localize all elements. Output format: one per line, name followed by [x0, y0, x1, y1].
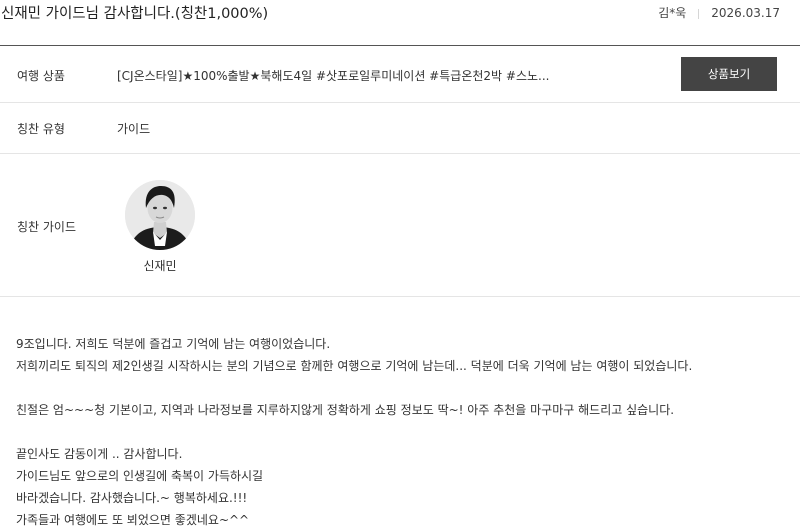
author-name: 김*욱	[658, 6, 687, 20]
praise-guide-row: 칭찬 가이드	[0, 154, 800, 297]
praise-type-value: 가이드	[117, 122, 151, 136]
review-paragraph: 가족들과 여행에도 또 뵈었으면 좋겠네요~^^	[16, 513, 250, 527]
praise-type-row: 칭찬 유형 가이드	[0, 103, 800, 154]
view-product-button[interactable]: 상품보기	[681, 57, 777, 91]
post-date: 2026.03.17	[711, 6, 780, 20]
product-name[interactable]: [CJ온스타일]★100%출발★북해도4일 #삿포로일루미네이션 #특급온천2박…	[117, 67, 549, 84]
product-row: 여행 상품 [CJ온스타일]★100%출발★북해도4일 #삿포로일루미네이션 #…	[0, 46, 800, 103]
product-label: 여행 상품	[17, 69, 65, 83]
review-paragraph: 끝인사도 감동이게 .. 감사합니다.	[16, 447, 183, 461]
review-paragraph: 9조입니다. 저희도 덕분에 즐겁고 기억에 남는 여행이었습니다.	[16, 337, 331, 351]
review-body: 9조입니다. 저희도 덕분에 즐겁고 기억에 남는 여행이었습니다. 저희끼리도…	[16, 333, 786, 531]
review-paragraph: 친절은 엄~~~청 기본이고, 지역과 나라정보를 지루하지않게 정확하게 쇼핑…	[16, 403, 675, 417]
post-meta: 김*욱 2026.03.17	[658, 4, 780, 21]
meta-divider	[698, 8, 700, 19]
guide-name: 신재민	[143, 259, 177, 273]
review-paragraph: 저희끼리도 퇴직의 제2인생길 시작하시는 분의 기념으로 함께한 여행으로 기…	[16, 359, 693, 373]
post-header: 신재민 가이드님 감사합니다.(칭찬1,000%) 김*욱 2026.03.17	[0, 0, 800, 26]
guide-avatar	[125, 180, 195, 250]
review-paragraph: 가이드님도 앞으로의 인생길에 축복이 가득하시길	[16, 469, 264, 483]
review-paragraph: 바라겠습니다. 감사했습니다.~ 행복하세요.!!!	[16, 491, 248, 505]
post-title: 신재민 가이드님 감사합니다.(칭찬1,000%)	[1, 6, 269, 22]
praise-guide-label: 칭찬 가이드	[17, 220, 77, 234]
guide-avatar-photo	[125, 180, 195, 250]
praise-type-label: 칭찬 유형	[17, 122, 65, 136]
